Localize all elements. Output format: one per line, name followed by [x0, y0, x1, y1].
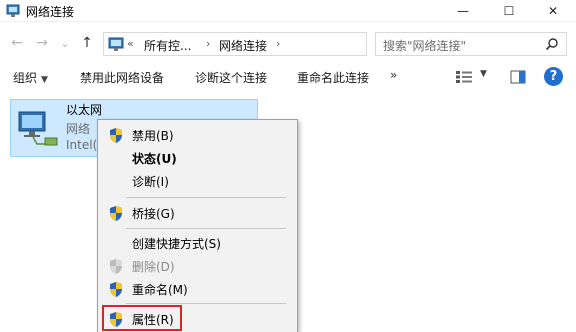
- search-input[interactable]: 搜索"网络连接": [375, 32, 567, 56]
- uac-shield-icon: [110, 282, 122, 297]
- maximize-icon: ☐: [503, 4, 515, 18]
- forward-arrow-icon: →: [36, 35, 48, 51]
- menu-item-label: 诊断(I): [132, 175, 169, 189]
- forward-button[interactable]: →: [33, 34, 51, 52]
- help-button[interactable]: ?: [544, 67, 563, 86]
- uac-shield-icon: [110, 259, 122, 274]
- uac-shield-icon: [110, 206, 122, 221]
- uac-shield-icon: [110, 128, 122, 143]
- menu-separator: [126, 303, 286, 304]
- breadcrumb-control-panel[interactable]: 所有控...: [144, 37, 191, 54]
- recent-locations-button[interactable]: ⌄: [56, 34, 74, 52]
- menu-item-status[interactable]: 状态(U): [98, 147, 297, 169]
- menu-item-create-shortcut[interactable]: 创建快捷方式(S): [98, 232, 297, 254]
- highlight-box: [102, 305, 182, 331]
- menu-separator: [126, 197, 286, 198]
- title-bar: 网络连接 — ☐ ✕: [0, 0, 576, 22]
- menu-item-rename[interactable]: 重命名(M): [98, 278, 297, 300]
- ethernet-adapter-icon: [18, 111, 58, 146]
- up-button[interactable]: ↑: [78, 34, 96, 52]
- chevron-down-icon: ⌄: [60, 36, 70, 50]
- organize-label: 组织: [13, 71, 38, 85]
- address-bar[interactable]: « 所有控... › 网络连接 › ⌄ ↻: [103, 32, 461, 56]
- menu-item-label: 重命名(M): [132, 283, 188, 297]
- diagnose-button[interactable]: 诊断这个连接: [195, 69, 267, 86]
- up-arrow-icon: ↑: [81, 35, 93, 51]
- network-folder-icon: [108, 37, 124, 51]
- caret-down-icon: ▼: [41, 75, 48, 85]
- search-placeholder: 搜索"网络连接": [383, 39, 467, 53]
- back-arrow-icon: ←: [11, 35, 23, 51]
- minimize-button[interactable]: —: [440, 0, 486, 22]
- menu-item-bridge[interactable]: 桥接(G): [98, 202, 297, 224]
- search-icon[interactable]: [545, 37, 559, 51]
- menu-item-delete: 删除(D): [98, 255, 297, 277]
- maximize-button[interactable]: ☐: [486, 0, 532, 22]
- view-options-dropdown[interactable]: ▼: [480, 69, 487, 79]
- close-button[interactable]: ✕: [530, 0, 576, 22]
- preview-pane-icon[interactable]: [510, 70, 526, 84]
- disable-device-button[interactable]: 禁用此网络设备: [80, 69, 164, 86]
- change-view-icon[interactable]: [455, 70, 473, 84]
- organize-button[interactable]: 组织 ▼: [13, 69, 48, 86]
- menu-separator: [126, 228, 286, 229]
- address-row: ← → ⌄ ↑ « 所有控... › 网络连接 › ⌄ ↻ 搜索"网络连接": [0, 23, 576, 63]
- menu-item-label: 状态(U): [132, 152, 177, 166]
- window-title: 网络连接: [26, 5, 75, 19]
- menu-item-label: 创建快捷方式(S): [132, 237, 221, 251]
- rename-button[interactable]: 重命名此连接: [297, 69, 369, 86]
- connection-name: 以太网: [66, 103, 103, 117]
- minimize-icon: —: [457, 4, 469, 18]
- connection-status: 网络: [66, 122, 91, 136]
- breadcrumb-separator[interactable]: ›: [276, 37, 280, 50]
- help-icon: ?: [549, 69, 558, 84]
- breadcrumb-overflow[interactable]: «: [127, 37, 134, 50]
- breadcrumb-separator[interactable]: ›: [206, 37, 210, 50]
- menu-item-label: 删除(D): [132, 260, 175, 274]
- menu-item-label: 禁用(B): [132, 129, 174, 143]
- network-connections-icon: [6, 4, 20, 17]
- menu-item-label: 桥接(G): [132, 207, 175, 221]
- close-icon: ✕: [547, 4, 559, 18]
- back-button[interactable]: ←: [8, 34, 26, 52]
- command-bar: 组织 ▼ 禁用此网络设备 诊断这个连接 重命名此连接 » ▼ ?: [0, 63, 576, 91]
- more-commands-button[interactable]: »: [390, 68, 397, 82]
- context-menu: 禁用(B) 状态(U) 诊断(I) 桥接(G) 创建快捷方式(S) 删除(D) …: [97, 119, 298, 332]
- menu-item-disable[interactable]: 禁用(B): [98, 124, 297, 146]
- menu-item-diagnose[interactable]: 诊断(I): [98, 170, 297, 192]
- breadcrumb-network-connections[interactable]: 网络连接: [219, 37, 267, 54]
